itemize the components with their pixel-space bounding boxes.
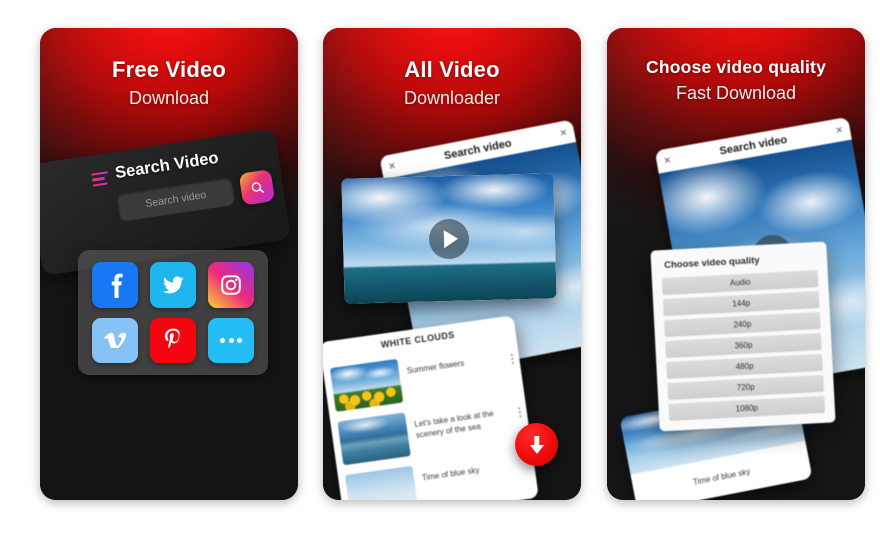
twitter-icon[interactable] [150,262,196,308]
promo-card-choose-quality: Choose video quality Fast Download ✕ Sea… [607,28,865,500]
pinterest-glyph [164,328,180,349]
download-arrow-icon [530,435,544,454]
card-1-title: Free Video [111,57,227,82]
card-1-subtitle: Download [128,88,210,109]
close-icon-left[interactable]: ✕ [387,160,397,172]
card-3-subtitle: Fast Download [675,83,797,104]
pinterest-icon[interactable] [150,317,196,363]
quality-dialog: Choose video quality Audio 144p 240p 360… [650,241,836,432]
result-thumbnail [337,412,411,466]
screenshot-stage: Free Video Download Search Video Search … [0,0,880,533]
search-input[interactable]: Search video [116,177,236,222]
result-title: Let's take a look at the scenery of the … [413,408,495,440]
video-thumbnail [341,173,557,304]
instagram-icon[interactable] [208,262,254,308]
card-2-heading: All Video Downloader [323,57,581,109]
facebook-glyph [111,273,123,298]
kebab-menu-icon[interactable] [510,353,514,364]
hamburger-icon[interactable] [91,171,110,187]
vimeo-icon[interactable] [92,317,138,363]
result-thumbnail [329,358,404,412]
card-1-heading: Free Video Download [40,57,298,109]
promo-card-all-video: All Video Downloader ✕ Search video ✕ WH… [323,28,581,500]
ellipsis-icon [220,337,242,343]
video-player[interactable] [341,173,557,304]
vimeo-glyph [104,332,126,349]
more-options-icon[interactable] [208,317,254,363]
social-icon-grid [92,262,254,363]
results-window: WHITE CLOUDS Summer flowers Let's take a… [323,315,539,500]
promo-card-free-video: Free Video Download Search Video Search … [40,28,298,500]
close-icon-right[interactable]: ✕ [835,124,844,136]
close-icon-left[interactable]: ✕ [663,154,672,166]
card-2-title: All Video [404,57,500,82]
social-share-panel [78,250,268,375]
download-fab-button[interactable] [515,423,558,466]
play-icon[interactable] [428,217,470,260]
instagram-glyph [221,274,241,295]
result-thumbnail [344,465,419,500]
facebook-icon[interactable] [92,262,138,308]
search-icon [251,181,264,193]
card-3-heading: Choose video quality Fast Download [607,57,865,104]
twitter-glyph [162,276,184,294]
quality-option-1080p[interactable]: 1080p [668,395,826,421]
card-2-subtitle: Downloader [403,88,501,109]
quality-dialog-title: Choose video quality [663,255,760,272]
search-input-placeholder: Search video [144,189,208,210]
card-3-title: Choose video quality [646,57,826,77]
search-button[interactable] [238,169,276,206]
close-icon-right[interactable]: ✕ [559,127,569,139]
kebab-menu-icon[interactable] [518,407,522,418]
